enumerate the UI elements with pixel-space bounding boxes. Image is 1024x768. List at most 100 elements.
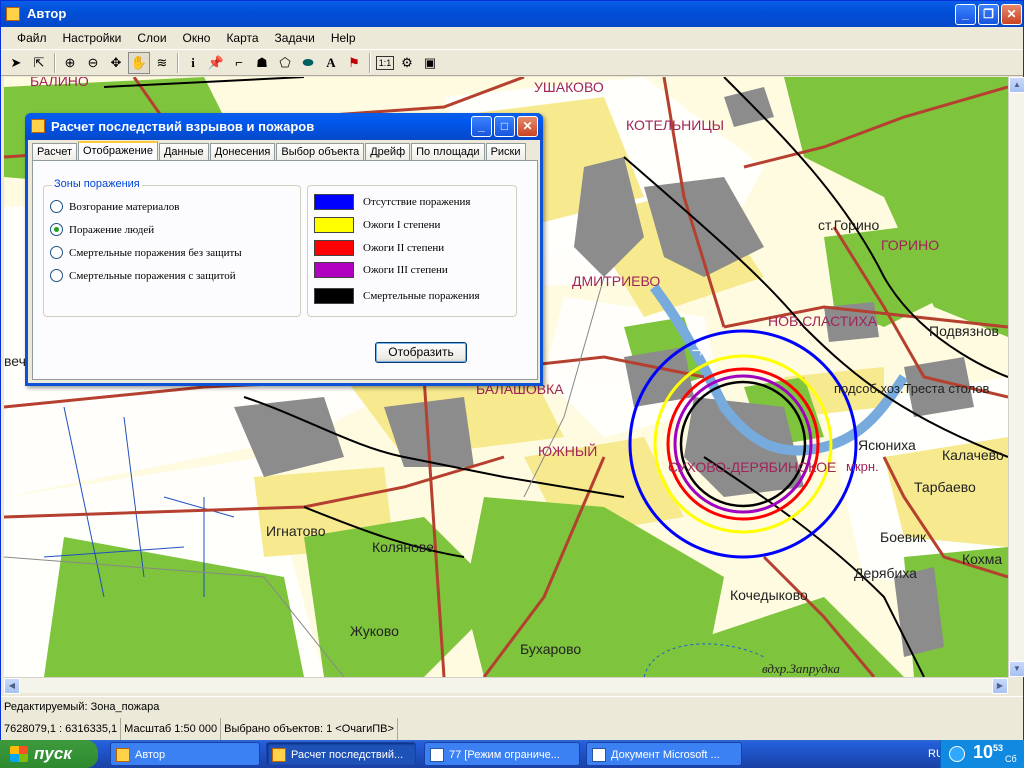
dialog-close-button[interactable]: ✕ (517, 116, 538, 137)
coords-readout: 7628079,1 : 6316335,1 (1, 718, 122, 740)
tab-reports[interactable]: Донесения (209, 143, 276, 161)
tab-calc[interactable]: Расчет (32, 143, 77, 161)
menu-window[interactable]: Окно (175, 31, 219, 45)
scroll-up-arrow-icon[interactable]: ▲ (1009, 77, 1024, 93)
pin-icon[interactable]: 📌 (205, 52, 227, 74)
legend-swatch (314, 194, 354, 210)
map-label: БАЛИНО (30, 77, 89, 89)
radio-label: Смертельные поражения с защитой (69, 269, 236, 282)
task-calc-dialog[interactable]: Расчет последствий... (266, 742, 416, 766)
menu-settings[interactable]: Настройки (55, 31, 130, 45)
close-button[interactable]: ✕ (1001, 4, 1022, 25)
radio-circle-icon[interactable] (50, 246, 63, 259)
line-icon[interactable]: ⌐ (228, 52, 250, 74)
task-word-doc[interactable]: Документ Microsoft ... (586, 742, 742, 766)
tab-data[interactable]: Данные (158, 143, 209, 161)
show-button[interactable]: Отобразить (375, 342, 467, 363)
scroll-right-arrow-icon[interactable]: ▶ (992, 678, 1008, 694)
text-icon[interactable]: A (320, 52, 342, 74)
zoom-out-icon[interactable]: ⊖ (82, 52, 104, 74)
map-label: Боевик (880, 529, 927, 545)
legend-label: Ожоги III степени (363, 264, 448, 276)
menu-map[interactable]: Карта (218, 31, 266, 45)
task-label: Документ Microsoft ... (611, 749, 720, 761)
tab-display[interactable]: Отображение (78, 141, 158, 161)
flag-icon[interactable]: ⚑ (343, 52, 365, 74)
dialog-title: Расчет последствий взрывов и пожаров (51, 119, 315, 134)
legend-label: Ожоги II степени (363, 242, 445, 254)
toolbar: ➤ ⇱ ⊕ ⊖ ✥ ✋ ≋ i 📌 ⌐ ☗ ⬠ ⬬ A ⚑ 1:1 ⚙ ▣ (1, 49, 1023, 76)
menu-file[interactable]: Файл (9, 31, 55, 45)
app-icon (6, 7, 20, 21)
legend-row: Ожоги II степени (314, 240, 444, 256)
clock-minutes: 53 (993, 743, 1004, 753)
radio-circle-icon[interactable] (50, 269, 63, 282)
tab-object-select[interactable]: Выбор объекта (276, 143, 365, 161)
main-window: Автор _ ❐ ✕ Файл Настройки Слои Окно Кар… (0, 0, 1024, 740)
map-label: Игнатово (266, 523, 326, 539)
map-label: Колянове (372, 539, 434, 555)
word-doc-icon (592, 748, 606, 762)
tab-area[interactable]: По площади (411, 143, 485, 161)
region-icon[interactable]: ⬠ (274, 52, 296, 74)
task-word-77[interactable]: 77 [Режим ограниче... (424, 742, 580, 766)
scale-readout: Масштаб 1:50 000 (121, 718, 222, 740)
radio-human-damage[interactable]: Поражение людей (50, 223, 154, 236)
damage-zones-group: Зоны поражения Возгорание материалов Пор… (43, 178, 301, 317)
editing-status: Редактируемый: Зона_пожара (1, 696, 1023, 716)
map-label: Жуково (350, 623, 399, 639)
network-icon[interactable] (949, 746, 965, 762)
clock[interactable]: 1053 (973, 742, 1003, 763)
hand-icon[interactable]: ✋ (128, 51, 150, 74)
polygon-icon[interactable]: ☗ (251, 52, 273, 74)
minimize-button[interactable]: _ (955, 4, 976, 25)
map-label: подсоб.хоз.Треста столов (834, 381, 990, 396)
map-label: СУХОВО-ДЕРЯБИНСКОЕ (668, 459, 837, 475)
properties-icon[interactable]: ⚙ (396, 52, 418, 74)
map-label: КОТЕЛЬНИЦЫ (626, 117, 725, 133)
radio-fatal-protected[interactable]: Смертельные поражения с защитой (50, 269, 236, 282)
status-bar: 7628079,1 : 6316335,1 Масштаб 1:50 000 В… (1, 718, 1023, 740)
dialog-app-icon (31, 119, 45, 133)
task-label: Расчет последствий... (291, 749, 404, 761)
system-tray: 1053 Сб (940, 740, 1024, 768)
radio-fatal-unprotected[interactable]: Смертельные поражения без защиты (50, 246, 242, 259)
radio-checked-icon[interactable] (50, 223, 63, 236)
select-icon[interactable]: ⇱ (28, 52, 50, 74)
task-label: 77 [Режим ограниче... (449, 749, 560, 761)
pan-icon[interactable]: ✥ (105, 52, 127, 74)
arrow-icon[interactable]: ➤ (5, 52, 27, 74)
layers-icon[interactable]: ≋ (151, 52, 173, 74)
tab-drift[interactable]: Дрейф (365, 143, 411, 161)
map-label: Дерябиха (854, 565, 917, 581)
word-doc-icon (430, 748, 444, 762)
radio-circle-icon[interactable] (50, 200, 63, 213)
dialog-maximize-button[interactable]: □ (494, 116, 515, 137)
radio-ignition[interactable]: Возгорание материалов (50, 200, 179, 213)
legend-row: Ожоги III степени (314, 262, 448, 278)
legend-swatch (314, 217, 354, 233)
map-label: Ясюниха (858, 437, 916, 453)
group-title: Зоны поражения (52, 178, 142, 190)
ellipse-icon[interactable]: ⬬ (297, 52, 319, 74)
map-label: Подвязнов (929, 323, 999, 339)
scroll-left-arrow-icon[interactable]: ◀ (4, 678, 20, 694)
tab-risks[interactable]: Риски (485, 143, 526, 161)
radio-label: Возгорание материалов (69, 200, 180, 213)
scale-icon[interactable]: 1:1 (376, 55, 394, 70)
vertical-scrollbar[interactable]: ▲ ▼ (1008, 77, 1024, 677)
dialog-minimize-button[interactable]: _ (471, 116, 492, 137)
legend-swatch (314, 262, 354, 278)
menu-help[interactable]: Help (323, 31, 364, 45)
zoom-in-icon[interactable]: ⊕ (59, 52, 81, 74)
start-button[interactable]: пуск (0, 740, 98, 768)
horizontal-scrollbar[interactable]: ◀ ▶ (4, 677, 1008, 694)
maximize-button[interactable]: ❐ (978, 4, 999, 25)
menu-layers[interactable]: Слои (129, 31, 174, 45)
info-icon[interactable]: i (182, 52, 204, 74)
scroll-down-arrow-icon[interactable]: ▼ (1009, 661, 1024, 677)
image-icon[interactable]: ▣ (419, 52, 441, 74)
legend-row: Смертельные поражения (314, 288, 480, 304)
menu-tasks[interactable]: Задачи (267, 31, 323, 45)
task-avtor[interactable]: Автор (110, 742, 260, 766)
